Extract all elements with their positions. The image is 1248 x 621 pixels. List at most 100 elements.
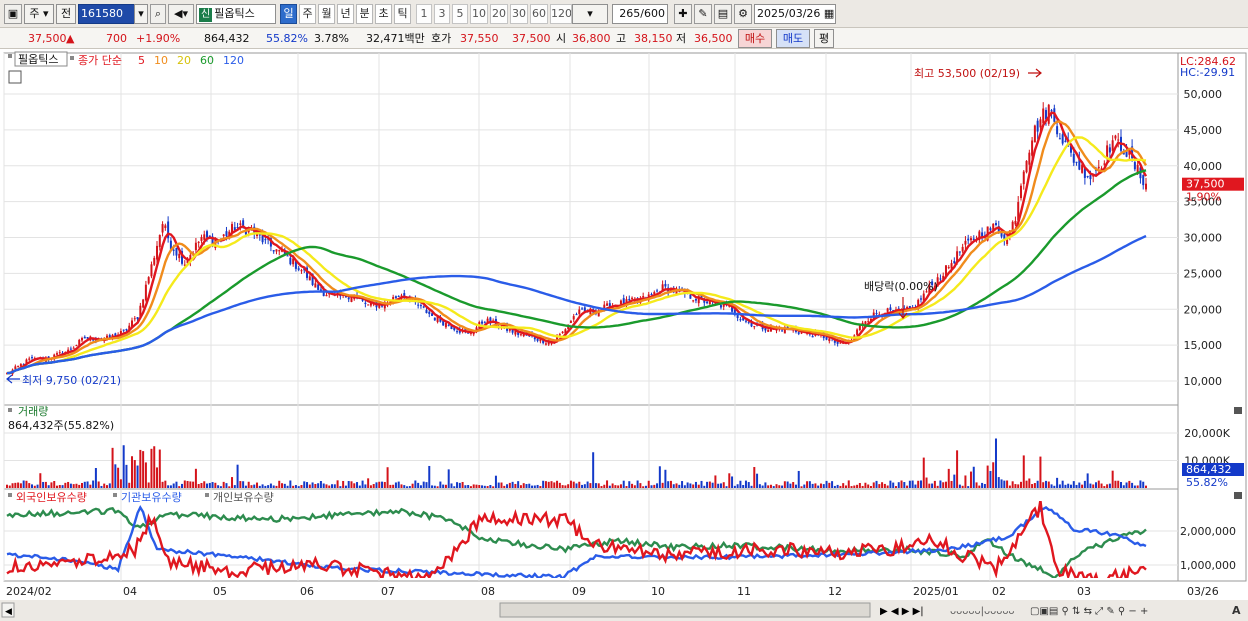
- candle-body: [172, 249, 175, 251]
- period-type-select[interactable]: 주 ▾: [24, 4, 54, 24]
- volume-bar: [222, 481, 225, 488]
- period-tab-2[interactable]: 월: [318, 4, 335, 24]
- date-input[interactable]: 2025/03/26 ▦: [754, 4, 836, 24]
- code-dropdown-icon[interactable]: ▾: [134, 4, 148, 24]
- candle-body: [1019, 185, 1022, 199]
- interval-button-3[interactable]: 10: [470, 4, 488, 24]
- volume-bar: [11, 483, 14, 488]
- volume-bar: [606, 480, 609, 488]
- date-tick-label: 03/26: [1187, 585, 1219, 598]
- interval-button-1[interactable]: 3: [434, 4, 450, 24]
- candle-body: [447, 324, 450, 326]
- volume-bar: [842, 483, 845, 488]
- draw-tool-icon[interactable]: ✎: [694, 4, 712, 24]
- volume-bar: [347, 481, 350, 488]
- volume-bar: [1108, 483, 1111, 488]
- volume-bar: [17, 482, 20, 488]
- interval-button-7[interactable]: 120: [550, 4, 572, 24]
- volume-bar: [581, 484, 584, 488]
- volume-bar: [344, 485, 347, 488]
- volume-bar: [517, 481, 520, 488]
- volume-bar: [367, 478, 370, 488]
- table-icon: [8, 70, 22, 84]
- volume-bar: [300, 485, 303, 488]
- price-tick-label: 25,000: [1184, 267, 1223, 280]
- interval-button-5[interactable]: 30: [510, 4, 528, 24]
- sell-button[interactable]: 매도: [776, 29, 810, 48]
- candle-body: [272, 250, 275, 252]
- candle-body: [964, 240, 967, 245]
- volume-bar: [908, 480, 911, 488]
- interval-button-0[interactable]: 1: [416, 4, 432, 24]
- candle-body: [1117, 139, 1120, 141]
- volume-bar: [1042, 482, 1045, 488]
- save-icon[interactable]: ▤: [714, 4, 732, 24]
- volume-bar: [931, 483, 934, 488]
- interval-button-6[interactable]: 60: [530, 4, 548, 24]
- volume-bar: [206, 483, 209, 488]
- period-tab-3[interactable]: 년: [337, 4, 354, 24]
- buy-button[interactable]: 매수: [738, 29, 772, 48]
- volume-bar: [778, 485, 781, 488]
- crosshair-icon[interactable]: ✚: [674, 4, 692, 24]
- volume-bar: [294, 485, 297, 488]
- volume-bar: [50, 482, 53, 488]
- volume-bar: [161, 481, 164, 488]
- svg-text:◀: ◀: [5, 607, 12, 617]
- candle-body: [656, 290, 659, 292]
- period-tab-0[interactable]: 일: [280, 4, 297, 24]
- ask-label: 호가: [431, 32, 452, 45]
- candle-body: [744, 320, 747, 322]
- period-tab-4[interactable]: 분: [356, 4, 373, 24]
- volume-bar: [811, 483, 814, 488]
- gear-icon[interactable]: ⚙: [734, 4, 752, 24]
- volume-bar: [178, 486, 181, 488]
- candle-body: [650, 294, 653, 296]
- period-tab-6[interactable]: 틱: [394, 4, 411, 24]
- volume-bar: [617, 485, 620, 488]
- volume-bar: [311, 482, 314, 488]
- stock-name-field[interactable]: 신 필옵틱스: [196, 4, 276, 24]
- period-tab-1[interactable]: 주: [299, 4, 316, 24]
- bar-count-input[interactable]: 265/600: [612, 4, 668, 24]
- stock-code-input[interactable]: 161580: [78, 4, 136, 24]
- volume-bar: [19, 483, 22, 488]
- scroll-thumb[interactable]: [499, 602, 871, 618]
- window-menu-icon[interactable]: ▣: [4, 4, 22, 24]
- open-label: 시: [556, 32, 567, 45]
- legend-square-icon: [8, 54, 12, 58]
- candle-body: [194, 242, 197, 251]
- holdings-legend-1: 기관보유수량: [121, 491, 182, 504]
- volume-bar: [969, 471, 972, 488]
- candle-body: [428, 311, 431, 314]
- interval-button-4[interactable]: 20: [490, 4, 508, 24]
- candle-body: [1114, 135, 1117, 139]
- volume-bar: [1125, 482, 1128, 488]
- stock-chart[interactable]: 50,00045,00040,00035,00030,00025,00020,0…: [0, 49, 1248, 621]
- search-icon[interactable]: ⌕: [150, 4, 166, 24]
- volume-bar: [256, 482, 259, 488]
- volume-bar: [411, 483, 414, 488]
- volume-bar: [75, 483, 78, 488]
- volume-bar: [958, 484, 961, 488]
- volume-bar: [994, 438, 997, 488]
- eval-button[interactable]: 평: [814, 29, 834, 48]
- volume-bar: [594, 483, 597, 488]
- volume-bar: [772, 486, 775, 488]
- volume-bar: [1103, 486, 1106, 488]
- speaker-icon[interactable]: ◀▾: [168, 4, 194, 24]
- candle-body: [481, 321, 484, 324]
- date-tick-label: 09: [572, 585, 586, 598]
- volume-bar: [767, 485, 770, 488]
- candle-body: [367, 304, 370, 306]
- market-select[interactable]: 전: [56, 4, 76, 24]
- interval-dropdown[interactable]: ▾: [572, 4, 608, 24]
- period-tab-5[interactable]: 초: [375, 4, 392, 24]
- volume-bar: [297, 486, 300, 488]
- candle-body: [739, 319, 742, 321]
- interval-button-2[interactable]: 5: [452, 4, 468, 24]
- volume-bar: [469, 486, 472, 488]
- volume-bar: [978, 485, 981, 488]
- volume-bar: [725, 486, 728, 488]
- candle-body: [58, 352, 61, 354]
